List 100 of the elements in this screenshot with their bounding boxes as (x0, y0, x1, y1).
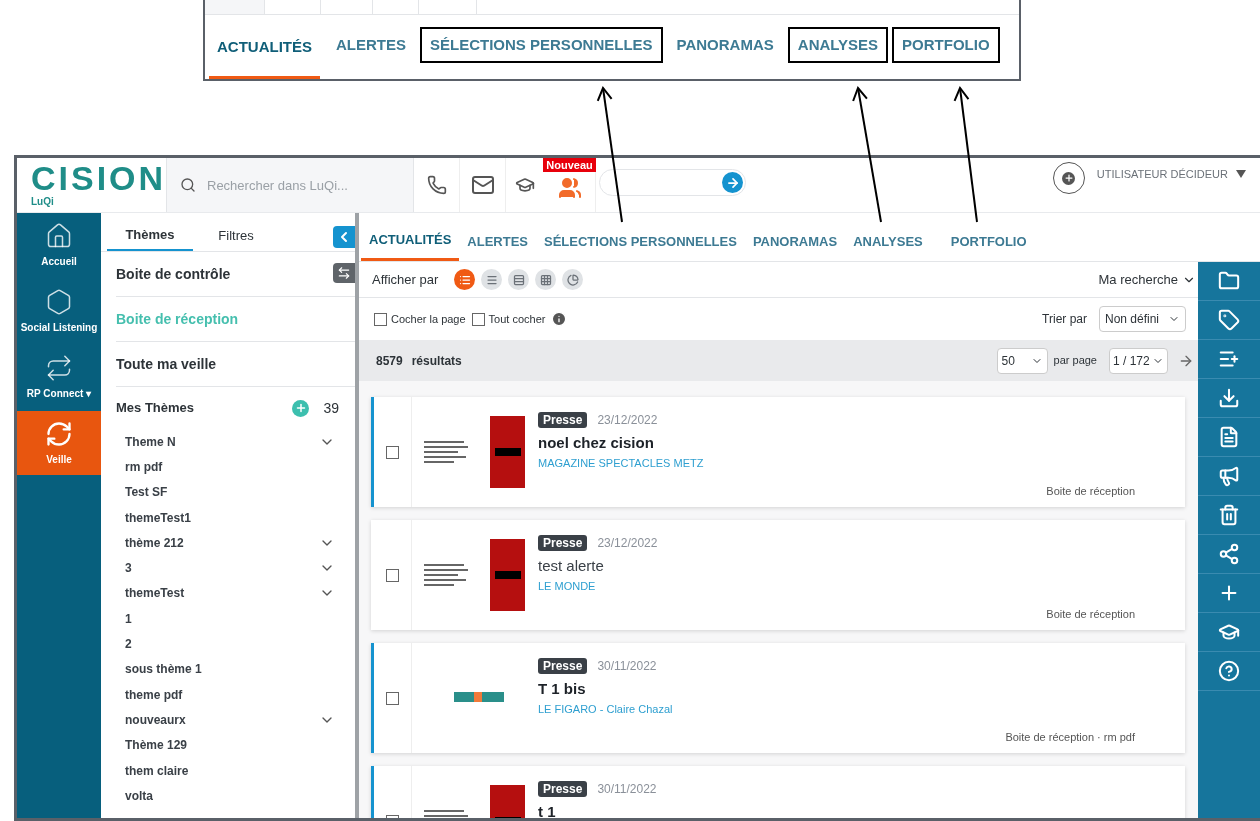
theme-item[interactable]: thème 212 (125, 533, 184, 552)
panel-tab[interactable]: Thèmes (107, 221, 193, 251)
nav-item[interactable]: Accueil (17, 213, 101, 277)
tab[interactable]: ALERTES (459, 222, 536, 261)
tab[interactable]: SÉLECTIONS PERSONNELLES (420, 27, 663, 63)
folder-link[interactable]: Toute ma veille (116, 353, 217, 375)
section-title: Mes Thèmes (116, 399, 195, 418)
go-button[interactable] (722, 172, 743, 193)
tab[interactable]: ACTUALITÉS (361, 222, 460, 261)
sort-dropdown[interactable]: Non défini (1099, 306, 1186, 332)
nav-item[interactable]: RP Connect ▾ (17, 345, 101, 409)
new-badge: Nouveau (543, 158, 596, 172)
megaphone-icon[interactable] (1218, 465, 1240, 487)
folder-tags: Boite de réception (1046, 482, 1135, 499)
theme-item[interactable]: 2 (125, 635, 132, 653)
theme-count: 39 (323, 398, 339, 418)
article-card[interactable]: Presse 23/12/2022 noel chez cision MAGAZINE SPECTACLES METZ Boite de réception (371, 397, 1185, 507)
tab[interactable]: PANORAMAS (744, 222, 846, 261)
compact-icon (485, 273, 498, 286)
tab[interactable]: ACTUALITÉS (207, 27, 322, 81)
view-toggle[interactable] (508, 269, 530, 290)
theme-item[interactable]: them claire (125, 761, 189, 780)
checkbox-label: Tout cocher (488, 311, 546, 327)
swap-button[interactable] (333, 263, 355, 283)
page-dropdown[interactable]: 1 / 172 (1109, 347, 1168, 374)
theme-item[interactable]: rm pdf (125, 457, 163, 476)
article-card[interactable]: Presse 30/11/2022 T 1 bis LE FIGARO - Claire Chazal Boite de réception · rm pdf (371, 643, 1185, 753)
article-card[interactable]: Presse 30/11/2022 t 1 (371, 766, 1185, 818)
view-toggle[interactable] (535, 269, 557, 290)
tab[interactable]: ANALYSES (787, 27, 889, 63)
view-toggle[interactable] (454, 269, 476, 290)
theme-item[interactable]: theme pdf (125, 685, 183, 704)
checkbox[interactable] (386, 691, 399, 705)
trash-icon[interactable] (1218, 504, 1240, 526)
theme-item[interactable]: nouveaurx (125, 710, 186, 729)
article-title[interactable]: t 1 (538, 801, 1135, 818)
info-icon[interactable] (551, 311, 568, 327)
type-badge: Presse (538, 658, 588, 674)
tab[interactable]: SÉLECTIONS PERSONNELLES (536, 222, 745, 261)
tab[interactable]: PANORAMAS (666, 27, 784, 63)
search-selector[interactable]: Ma recherche (1098, 269, 1196, 290)
theme-item[interactable]: 1 (125, 609, 132, 628)
tab[interactable]: PORTFOLIO (892, 27, 1000, 63)
help-icon[interactable] (1218, 660, 1240, 682)
type-badge: Presse (538, 412, 588, 428)
dropdown-triangle-icon (1236, 170, 1246, 179)
list-icon (458, 273, 471, 286)
per-page-dropdown[interactable]: 50 (996, 347, 1048, 374)
search-icon (180, 177, 196, 193)
article-title[interactable]: test alerte (538, 555, 1135, 578)
collapse-button[interactable] (333, 226, 355, 248)
type-badge: Presse (538, 535, 588, 551)
tab[interactable]: ANALYSES (845, 222, 931, 261)
logo: CISION (31, 160, 166, 196)
swap-arrows-icon (337, 266, 351, 280)
tag-icon[interactable] (1218, 309, 1240, 331)
hexagon-icon (45, 287, 73, 316)
tab[interactable]: PORTFOLIO (942, 222, 1035, 261)
arrow-right-icon (725, 175, 740, 190)
article-card[interactable]: Presse 23/12/2022 test alerte LE MONDE Boite de réception (371, 520, 1185, 630)
nav-item[interactable]: Social Listening (17, 279, 101, 343)
tab[interactable]: ALERTES (326, 27, 416, 63)
article-title[interactable]: noel chez cision (538, 432, 1135, 455)
folder-icon[interactable] (1218, 270, 1240, 292)
logo-subtitle: LuQi (31, 196, 55, 208)
exchange-icon (45, 353, 73, 382)
sort-label: Trier par (1042, 311, 1087, 328)
view-toggle[interactable] (481, 269, 503, 290)
search-field[interactable]: Rechercher dans LuQi... (166, 158, 413, 212)
view-toggle[interactable] (562, 269, 584, 290)
result-count: 8579 (376, 352, 403, 370)
share-icon[interactable] (1218, 543, 1240, 565)
logo-thumbnail (454, 692, 504, 702)
nav-item[interactable]: Veille (17, 411, 101, 475)
theme-item[interactable]: themeTest (125, 584, 185, 603)
article-date: 23/12/2022 (597, 535, 658, 552)
panel-tab[interactable]: Filtres (193, 221, 279, 251)
article-date: 23/12/2022 (597, 412, 658, 429)
theme-item[interactable]: themeTest1 (125, 508, 191, 527)
download-icon[interactable] (1218, 387, 1240, 409)
theme-item[interactable]: sous thème 1 (125, 660, 202, 679)
folder-link[interactable]: Boite de contrôle (116, 263, 231, 285)
plus-icon (1063, 173, 1074, 183)
article-title[interactable]: T 1 bis (538, 678, 1135, 701)
checkbox[interactable] (471, 312, 485, 326)
folder-tags: Boite de réception · rm pdf (1005, 728, 1135, 745)
refresh-icon (45, 419, 73, 448)
article-date: 30/11/2022 (597, 781, 657, 798)
chart-icon (566, 273, 579, 286)
theme-item[interactable]: Thème 129 (125, 736, 188, 755)
checkbox[interactable] (386, 568, 399, 582)
users-icon[interactable] (557, 176, 582, 200)
theme-item[interactable]: volta (125, 786, 153, 805)
theme-item[interactable]: Theme N (125, 432, 176, 451)
user-menu[interactable]: UTILISATEUR DÉCIDEUR (1096, 166, 1246, 183)
theme-item[interactable]: Test SF (125, 483, 168, 502)
theme-item[interactable]: 3 (125, 559, 132, 578)
checkbox[interactable] (374, 312, 387, 326)
document-icon[interactable] (1218, 426, 1240, 448)
checkbox[interactable] (386, 445, 399, 459)
